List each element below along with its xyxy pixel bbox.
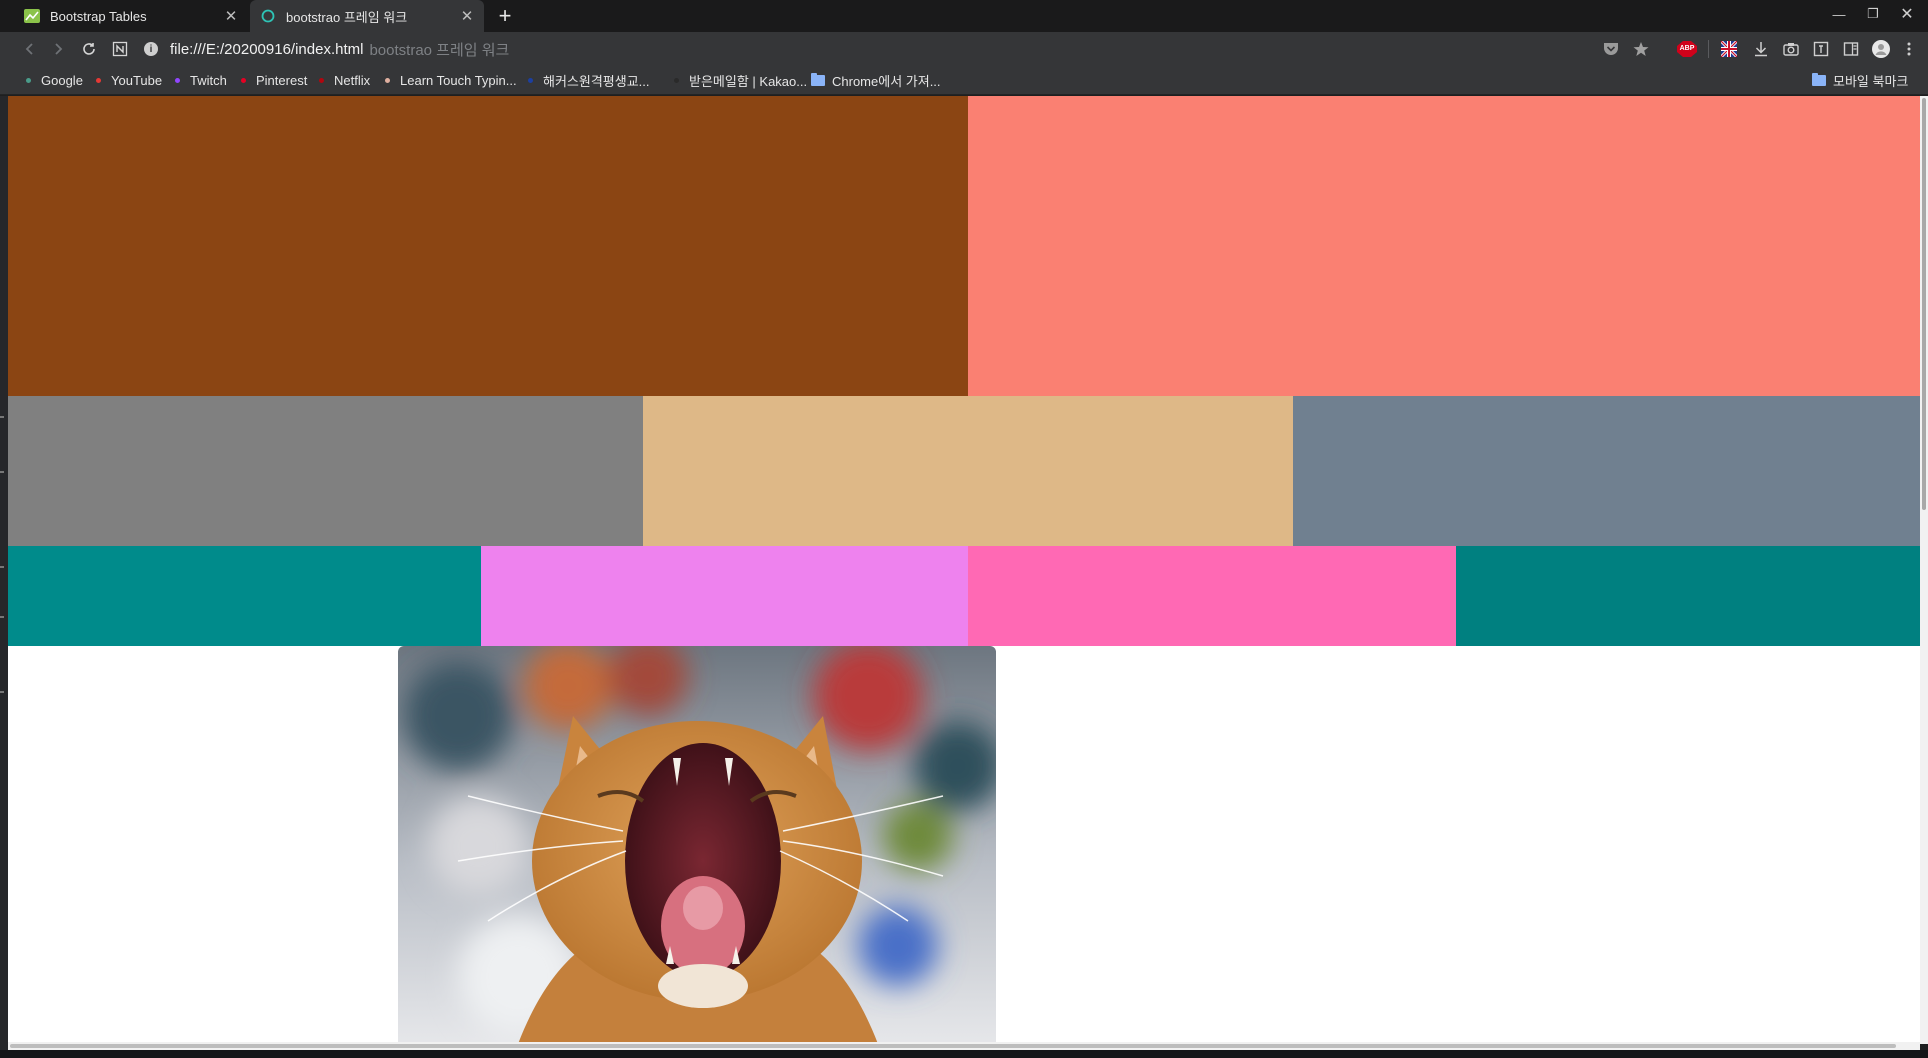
netflix-icon: [319, 77, 324, 83]
info-icon[interactable]: i: [144, 42, 158, 56]
bookmark-hackers[interactable]: 해커스원격평생교...: [528, 66, 650, 94]
horizontal-scrollbar[interactable]: [8, 1042, 1920, 1050]
color-block-gray: [8, 396, 643, 546]
back-icon[interactable]: [16, 35, 44, 63]
tab-bootstrao-framework[interactable]: bootstrao 프레임 워크 ✕: [250, 0, 484, 32]
cat-image: [398, 646, 996, 1044]
color-block-salmon: [968, 96, 1928, 396]
edge-marker: [0, 416, 4, 418]
vertical-scrollbar[interactable]: [1920, 96, 1928, 1044]
adblock-label: ABP: [1679, 45, 1695, 52]
bookmark-label: Netflix: [334, 72, 371, 88]
bookmark-label: Learn Touch Typin...: [400, 72, 517, 88]
tab-title: bootstrao 프레임 워크: [286, 9, 408, 25]
forward-icon[interactable]: [44, 35, 72, 63]
google-icon: [26, 77, 31, 83]
restore-icon[interactable]: ❐: [1856, 0, 1890, 28]
edge-marker: [0, 691, 4, 693]
bookmark-google[interactable]: Google: [26, 66, 83, 94]
vertical-scrollbar-thumb[interactable]: [1922, 98, 1926, 510]
os-taskbar: [0, 1050, 1928, 1058]
twitch-icon: [175, 77, 180, 83]
color-block-slategray: [1293, 396, 1928, 546]
ring-favicon-icon: [260, 9, 276, 23]
sidebar-icon[interactable]: [1842, 40, 1860, 58]
color-block-teal: [1456, 546, 1928, 646]
color-block-burlywood: [643, 396, 1293, 546]
tab-strip: Bootstrap Tables ✕ bootstrao 프레임 워크 ✕ + …: [0, 0, 1928, 32]
bookmark-kakao-mail[interactable]: 받은메일함 | Kakao...: [674, 66, 807, 94]
new-tab-button[interactable]: +: [492, 3, 518, 29]
color-block-darkcyan: [8, 546, 481, 646]
edge-marker: [0, 566, 4, 568]
pocket-icon[interactable]: [1602, 40, 1620, 58]
address-bar[interactable]: i file:///E:/20200916/index.html bootstr…: [144, 37, 1584, 61]
bookmark-pinterest[interactable]: Pinterest: [241, 66, 307, 94]
edge-marker: [0, 471, 4, 473]
typing-icon: [385, 77, 390, 83]
bookmark-label: YouTube: [111, 72, 163, 88]
star-icon[interactable]: [1632, 40, 1650, 58]
bookmark-label: Twitch: [190, 72, 227, 88]
window-close-icon[interactable]: ✕: [1890, 0, 1924, 28]
color-block-violet: [481, 546, 968, 646]
menu-icon[interactable]: [1900, 40, 1918, 58]
page-title-hint: bootstrao 프레임 워크: [369, 41, 510, 59]
color-block-hotpink: [968, 546, 1456, 646]
page-viewport: [8, 96, 1928, 1044]
hackers-icon: [528, 77, 533, 83]
reload-icon[interactable]: [75, 35, 103, 63]
close-icon[interactable]: ✕: [220, 5, 242, 27]
edge-marker: [0, 616, 4, 618]
kakao-icon: [674, 77, 679, 83]
bookmark-label: Pinterest: [256, 72, 308, 88]
minimize-icon[interactable]: —: [1822, 0, 1856, 28]
bookmarks-bar: Google YouTube Twitch Pinterest Netflix …: [0, 66, 1928, 95]
bookmark-label: 모바일 북마크: [1833, 73, 1909, 89]
pinterest-icon: [241, 77, 246, 83]
bookmark-netflix[interactable]: Netflix: [319, 66, 370, 94]
bookmark-learn-typing[interactable]: Learn Touch Typin...: [385, 66, 517, 94]
window-left-edge: [0, 96, 8, 1058]
chart-favicon-icon: [24, 9, 40, 23]
close-icon[interactable]: ✕: [456, 5, 478, 27]
bookmark-label: Chrome에서 가져...: [832, 73, 941, 89]
reader-icon[interactable]: [1812, 40, 1830, 58]
camera-icon[interactable]: [1782, 40, 1800, 58]
horizontal-scrollbar-thumb[interactable]: [10, 1044, 1896, 1048]
naver-icon[interactable]: [106, 35, 134, 63]
tab-bootstrap-tables[interactable]: Bootstrap Tables ✕: [8, 0, 248, 32]
bookmark-label: 해커스원격평생교...: [543, 73, 650, 89]
toolbar-divider: [1708, 40, 1709, 58]
folder-icon: [1812, 72, 1826, 86]
bookmark-label: 받은메일함 | Kakao...: [689, 73, 808, 89]
color-block-saddlebrown: [8, 96, 968, 396]
bookmark-twitch[interactable]: Twitch: [175, 66, 227, 94]
profile-icon[interactable]: [1872, 40, 1890, 58]
bookmark-folder-chrome[interactable]: Chrome에서 가져...: [811, 66, 941, 94]
mobile-bookmarks[interactable]: 모바일 북마크: [1812, 66, 1908, 94]
bookmark-label: Google: [41, 72, 83, 88]
tab-title: Bootstrap Tables: [50, 8, 147, 24]
url-text: file:///E:/20200916/index.html: [170, 40, 364, 58]
flag-uk-icon[interactable]: [1720, 40, 1738, 58]
bookmark-youtube[interactable]: YouTube: [96, 66, 162, 94]
folder-icon: [811, 72, 825, 86]
download-icon[interactable]: [1752, 40, 1770, 58]
youtube-icon: [96, 77, 101, 83]
